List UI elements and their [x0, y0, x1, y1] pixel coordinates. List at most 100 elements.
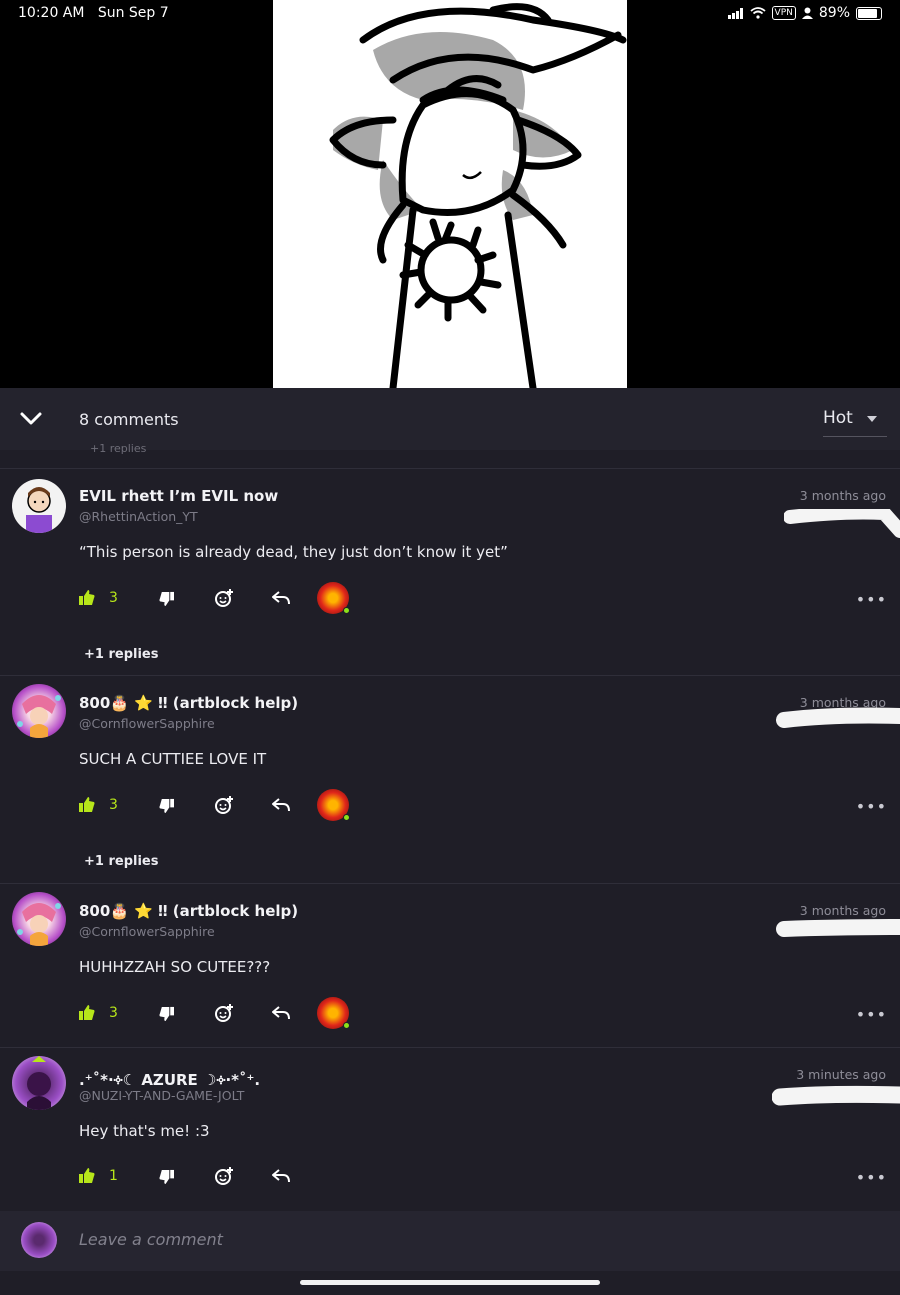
current-user-avatar: [21, 1222, 57, 1258]
reaction-avatar[interactable]: [317, 997, 350, 1029]
reply-button[interactable]: [272, 584, 290, 612]
username[interactable]: 800🎂 ⭐ ‼ (artblock help): [79, 902, 298, 920]
add-reaction-button[interactable]: [214, 999, 234, 1027]
add-emoji-icon: [215, 589, 233, 607]
avatar[interactable]: [12, 684, 66, 738]
person-icon: [801, 7, 813, 19]
caret-down-icon: [866, 416, 877, 422]
more-options-icon[interactable]: •••: [856, 797, 887, 816]
sort-selected: Hot: [823, 408, 853, 428]
reply-button[interactable]: [272, 1162, 290, 1190]
thumbs-up-icon: [79, 797, 95, 812]
view-replies-link[interactable]: +1 replies: [84, 854, 158, 869]
avatar[interactable]: [12, 479, 66, 533]
dislike-button[interactable]: [159, 791, 174, 819]
dislike-button[interactable]: [159, 999, 174, 1027]
thumbs-up-icon: [79, 1005, 95, 1020]
reply-arrow-icon: [272, 798, 290, 812]
dislike-button[interactable]: [159, 584, 174, 612]
like-count: 1: [109, 1168, 118, 1184]
wifi-icon: [749, 7, 766, 19]
avatar[interactable]: [12, 892, 66, 946]
online-dot: [343, 1022, 350, 1029]
comment-composer[interactable]: Leave a comment: [0, 1211, 900, 1271]
comment-count: 8 comments: [79, 410, 179, 429]
status-icons: VPN 89%: [727, 5, 882, 21]
thumbs-up-icon: [79, 1168, 95, 1183]
status-date: Sun Sep 7: [97, 5, 169, 21]
comments-panel: 8 comments Hot +1 replies EVIL rhett I’m…: [0, 388, 900, 1295]
online-dot: [343, 814, 350, 821]
thumbs-down-icon: [159, 1169, 174, 1184]
battery-icon: [856, 6, 882, 20]
reply-arrow-icon: [272, 591, 290, 605]
reaction-avatar[interactable]: [317, 582, 350, 614]
scribble-mark: [772, 1085, 900, 1106]
comment-item: 800🎂 ⭐ ‼ (artblock help) @CornflowerSapp…: [0, 675, 900, 883]
thumbs-down-icon: [159, 591, 174, 606]
chevron-down-icon[interactable]: [18, 406, 44, 432]
comment-actions: 3 •••: [79, 582, 889, 614]
view-replies-link[interactable]: +1 replies: [84, 647, 158, 662]
dislike-button[interactable]: [159, 1162, 174, 1190]
comment-item: EVIL rhett I’m EVIL now @RhettinAction_Y…: [0, 468, 900, 676]
user-handle[interactable]: @CornflowerSapphire: [79, 924, 215, 939]
comment-text: SUCH A CUTTIEE LOVE IT: [79, 750, 267, 768]
comment-text: HUHHZZAH SO CUTEE???: [79, 958, 271, 976]
add-reaction-button[interactable]: [214, 791, 234, 819]
battery-percent: 89%: [818, 5, 850, 21]
thumbs-down-icon: [159, 1006, 174, 1021]
like-count: 3: [109, 590, 118, 606]
sort-dropdown[interactable]: Hot: [823, 408, 887, 437]
add-reaction-button[interactable]: [214, 1162, 234, 1190]
online-dot: [343, 607, 350, 614]
comments-header: 8 comments Hot: [0, 388, 900, 450]
more-options-icon[interactable]: •••: [856, 1005, 887, 1024]
timestamp: 3 months ago: [799, 488, 886, 503]
signal-icon: [727, 7, 743, 19]
home-indicator[interactable]: [300, 1280, 600, 1285]
avatar[interactable]: [12, 1056, 66, 1110]
add-reaction-button[interactable]: [214, 584, 234, 612]
scribble-mark: [776, 707, 900, 728]
scribble-mark: [776, 919, 900, 937]
like-button[interactable]: 3: [79, 791, 118, 819]
user-handle[interactable]: @RhettinAction_YT: [79, 509, 198, 524]
more-options-icon[interactable]: •••: [856, 590, 887, 609]
scribble-mark: [784, 509, 900, 538]
username[interactable]: EVIL rhett I’m EVIL now: [79, 487, 278, 505]
video-player[interactable]: [0, 0, 900, 388]
add-emoji-icon: [215, 1004, 233, 1022]
comment-item: .⁺˚*·༓☾ AZURE ☽༓·*˚⁺. @NUZI-YT-AND-GAME-…: [0, 1047, 900, 1211]
timestamp: 3 minutes ago: [796, 1067, 886, 1082]
comment-input[interactable]: Leave a comment: [79, 1230, 223, 1249]
comment-actions: 1 •••: [79, 1162, 889, 1190]
like-button[interactable]: 1: [79, 1162, 118, 1190]
reaction-avatar[interactable]: [317, 789, 350, 821]
reply-arrow-icon: [272, 1006, 290, 1020]
artwork-image: [273, 0, 627, 388]
comment-actions: 3 •••: [79, 997, 889, 1029]
user-handle[interactable]: @NUZI-YT-AND-GAME-JOLT: [79, 1088, 244, 1103]
status-bar: 10:20 AM Sun Sep 7 VPN 89%: [0, 0, 900, 28]
user-handle[interactable]: @CornflowerSapphire: [79, 716, 215, 731]
like-count: 3: [109, 1005, 118, 1021]
username[interactable]: 800🎂 ⭐ ‼ (artblock help): [79, 694, 298, 712]
comment-actions: 3 •••: [79, 789, 889, 821]
comment-item: 800🎂 ⭐ ‼ (artblock help) @CornflowerSapp…: [0, 883, 900, 1047]
add-emoji-icon: [215, 796, 233, 814]
thumbs-up-icon: [79, 590, 95, 605]
vpn-badge: VPN: [771, 6, 796, 20]
comment-text: Hey that's me! :3: [79, 1122, 210, 1140]
comment-text: “This person is already dead, they just …: [79, 543, 508, 561]
like-button[interactable]: 3: [79, 999, 118, 1027]
reply-button[interactable]: [272, 791, 290, 819]
reply-button[interactable]: [272, 999, 290, 1027]
faded-replies-link[interactable]: +1 replies: [90, 442, 146, 455]
reply-arrow-icon: [272, 1169, 290, 1183]
thumbs-down-icon: [159, 798, 174, 813]
status-time: 10:20 AM Sun Sep 7: [18, 5, 169, 21]
like-count: 3: [109, 797, 118, 813]
more-options-icon[interactable]: •••: [856, 1168, 887, 1187]
like-button[interactable]: 3: [79, 584, 118, 612]
